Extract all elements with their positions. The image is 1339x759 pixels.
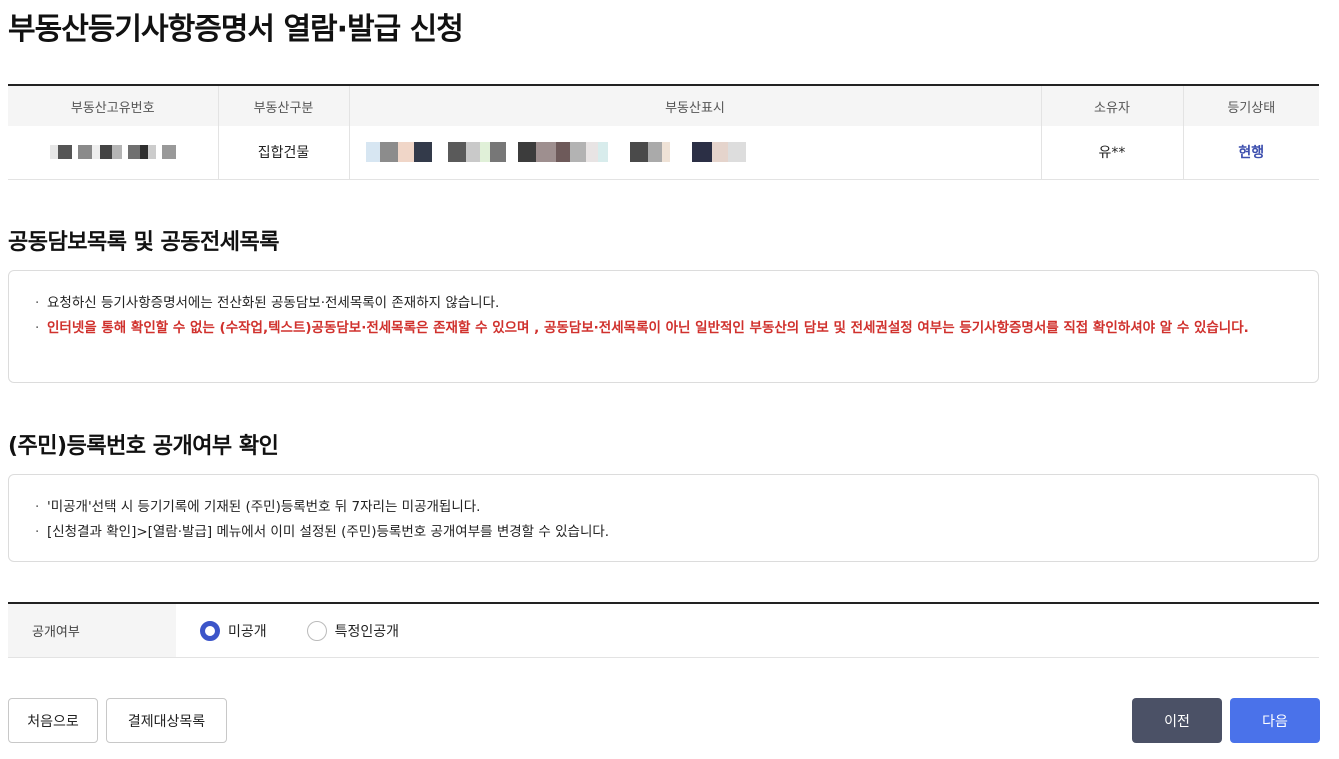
table-row: 집합건물 유** 현행	[8, 126, 1319, 180]
address-cell	[349, 126, 1042, 180]
redacted-address	[365, 142, 746, 163]
header-status: 등기상태	[1183, 85, 1319, 126]
radio-unchecked-icon[interactable]	[306, 620, 327, 641]
header-owner: 소유자	[1041, 85, 1184, 126]
resident-notice-box: '미공개'선택 시 등기기록에 기재된 (주민)등록번호 뒤 7자리는 미공개됩…	[8, 474, 1319, 562]
disclosure-option-table: 공개여부 미공개 특정인공개	[8, 602, 1319, 658]
prev-button[interactable]: 이전	[1132, 698, 1222, 743]
home-button[interactable]: 처음으로	[8, 698, 98, 743]
radio-checked-icon[interactable]	[200, 620, 220, 641]
disclosure-radio-group: 미공개 특정인공개	[176, 604, 439, 657]
joint-notice-box: 요청하신 등기사항증명서에는 전산화된 공동담보·전세목록이 존재하지 않습니다…	[8, 270, 1319, 383]
category-cell: 집합건물	[218, 126, 350, 180]
radio-private-label: 미공개	[228, 623, 267, 640]
resident-section-title: (주민)등록번호 공개여부 확인	[8, 434, 279, 459]
unique-number-cell	[8, 126, 219, 180]
page-title: 부동산등기사항증명서 열람·발급 신청	[8, 12, 464, 47]
radio-specific-public-label: 특정인공개	[334, 623, 400, 640]
radio-specific-public[interactable]: 특정인공개	[306, 620, 400, 641]
disclosure-label: 공개여부	[8, 604, 176, 657]
next-button[interactable]: 다음	[1230, 698, 1320, 743]
property-table: 부동산고유번호 부동산구분 부동산표시 소유자 등기상태 집합건물 유** 현행	[8, 84, 1319, 180]
list-item: 요청하신 등기사항증명서에는 전산화된 공동담보·전세목록이 존재하지 않습니다…	[35, 291, 1288, 316]
header-address: 부동산표시	[349, 85, 1042, 126]
header-category: 부동산구분	[218, 85, 350, 126]
status-badge[interactable]: 현행	[1238, 145, 1264, 161]
header-unique-number: 부동산고유번호	[8, 85, 219, 126]
radio-private[interactable]: 미공개	[200, 620, 267, 641]
list-item: [신청결과 확인]>[열람·발급] 메뉴에서 이미 설정된 (주민)등록번호 공…	[35, 520, 1288, 545]
property-table-header: 부동산고유번호 부동산구분 부동산표시 소유자 등기상태	[8, 85, 1319, 126]
list-item-warning: 인터넷을 통해 확인할 수 없는 (수작업,텍스트)공동담보·전세목록은 존재할…	[35, 316, 1288, 341]
payment-list-button[interactable]: 결제대상목록	[106, 698, 227, 743]
list-item: '미공개'선택 시 등기기록에 기재된 (주민)등록번호 뒤 7자리는 미공개됩…	[35, 495, 1288, 520]
status-cell: 현행	[1183, 126, 1319, 180]
owner-cell: 유**	[1041, 126, 1184, 180]
joint-section-title: 공동담보목록 및 공동전세목록	[8, 230, 279, 255]
redacted-unique-number	[49, 145, 176, 160]
